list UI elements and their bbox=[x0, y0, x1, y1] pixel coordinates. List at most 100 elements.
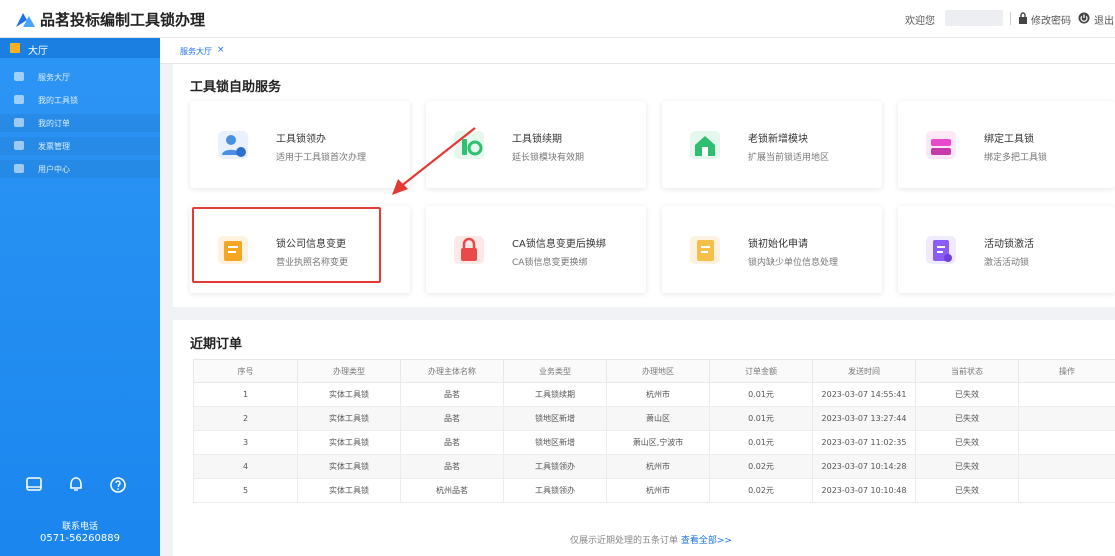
table-cell: 实体工具锁 bbox=[297, 478, 401, 503]
table-cell: 4 bbox=[193, 454, 298, 479]
table-cell: 萧山区 bbox=[606, 406, 710, 431]
table-cell: 杭州品茗 bbox=[400, 478, 504, 503]
card-title: 活动锁激活 bbox=[984, 239, 1034, 250]
table-row: 5 实体工具锁 杭州品茗 工具锁领办 杭州市 0.02元 2023-03-07 … bbox=[193, 478, 1115, 503]
card-title: 绑定工具锁 bbox=[984, 134, 1034, 145]
table-cell: 杭州市 bbox=[606, 454, 710, 479]
table-cell: 锁地区新增 bbox=[503, 430, 607, 455]
column-header: 办理主体名称 bbox=[400, 359, 504, 383]
table-cell: 品茗 bbox=[400, 382, 504, 407]
table-header-row: 序号 办理类型 办理主体名称 业务类型 办理地区 订单金额 发送时间 当前状态 … bbox=[193, 359, 1115, 383]
action-cell[interactable] bbox=[1018, 430, 1115, 455]
sidebar-item-my-orders[interactable]: 我的订单 bbox=[0, 114, 160, 132]
card-desc: 激活活动锁 bbox=[984, 258, 1030, 268]
table-cell: 萧山区,宁波市 bbox=[606, 430, 710, 455]
sidebar: 大厅 服务大厅 我的工具锁 我的订单 发票管理 用户中心 联系电话 0571-5… bbox=[0, 38, 160, 556]
help-icon[interactable] bbox=[109, 476, 127, 494]
card-desc: CA锁信息变更换绑 bbox=[512, 258, 588, 268]
table-cell: 2023-03-07 11:02:35 bbox=[812, 430, 916, 455]
action-cell[interactable] bbox=[1018, 454, 1115, 479]
sidebar-hall[interactable]: 大厅 bbox=[0, 38, 160, 58]
table-cell: 工具锁领办 bbox=[503, 454, 607, 479]
tab-close-icon[interactable]: × bbox=[217, 45, 225, 55]
table-cell: 3 bbox=[193, 430, 298, 455]
change-password-link[interactable]: 修改密码 bbox=[1031, 12, 1071, 27]
orders-footer: 仅展示近期处理的五条订单 查看全部>> bbox=[570, 533, 732, 546]
chat-icon[interactable] bbox=[67, 476, 85, 494]
card-activate-lock[interactable]: 活动锁激活 激活活动锁 bbox=[898, 206, 1115, 293]
action-cell[interactable] bbox=[1018, 382, 1115, 407]
ca-lock-icon bbox=[454, 236, 484, 264]
sidebar-item-user-center[interactable]: 用户中心 bbox=[0, 160, 160, 178]
table-cell: 0.01元 bbox=[709, 382, 813, 407]
welcome-text: 欢迎您 bbox=[905, 16, 935, 27]
my-orders-icon bbox=[14, 118, 24, 127]
card-desc: 扩展当前锁适用地区 bbox=[748, 153, 830, 163]
table-cell: 品茗 bbox=[400, 406, 504, 431]
sidebar-item-service-hall[interactable]: 服务大厅 bbox=[0, 68, 160, 86]
tab-service-hall[interactable]: 服务大厅 bbox=[180, 46, 212, 57]
table-cell: 已失效 bbox=[915, 430, 1019, 455]
sidebar-item-label: 我的订单 bbox=[38, 119, 70, 128]
table-cell: 锁地区新增 bbox=[503, 406, 607, 431]
table-cell: 0.02元 bbox=[709, 478, 813, 503]
self-service-title: 工具锁自助服务 bbox=[190, 80, 282, 95]
table-row: 4 实体工具锁 品茗 工具锁领办 杭州市 0.02元 2023-03-07 10… bbox=[193, 454, 1115, 479]
invoice-icon bbox=[14, 141, 24, 150]
service-hall-icon bbox=[14, 72, 24, 81]
card-title: 锁初始化申请 bbox=[748, 239, 808, 250]
view-all-link[interactable]: 查看全部>> bbox=[681, 536, 732, 546]
table-row: 1 实体工具锁 品茗 工具锁续期 杭州市 0.01元 2023-03-07 14… bbox=[193, 382, 1115, 407]
column-header: 操作 bbox=[1018, 359, 1115, 383]
card-title: CA锁信息变更后换绑 bbox=[512, 239, 606, 250]
column-header: 发送时间 bbox=[812, 359, 916, 383]
card-ca-rebind[interactable]: CA锁信息变更后换绑 CA锁信息变更换绑 bbox=[426, 206, 646, 293]
column-header: 办理类型 bbox=[297, 359, 401, 383]
action-cell[interactable] bbox=[1018, 406, 1115, 431]
lock-icon[interactable] bbox=[1018, 12, 1028, 24]
sidebar-item-invoice[interactable]: 发票管理 bbox=[0, 137, 160, 155]
table-cell: 1 bbox=[193, 382, 298, 407]
card-lock-apply[interactable]: 工具锁领办 适用于工具锁首次办理 bbox=[190, 101, 410, 188]
card-desc: 绑定多把工具锁 bbox=[984, 153, 1048, 163]
logout-icon[interactable] bbox=[1078, 12, 1090, 24]
house-add-icon bbox=[690, 131, 720, 159]
card-lock-init[interactable]: 锁初始化申请 锁内缺少单位信息处理 bbox=[662, 206, 882, 293]
card-bind-lock[interactable]: 绑定工具锁 绑定多把工具锁 bbox=[898, 101, 1115, 188]
card-desc: 延长锁模块有效期 bbox=[512, 153, 585, 163]
bind-lock-icon bbox=[926, 131, 956, 159]
table-cell: 工具锁续期 bbox=[503, 382, 607, 407]
card-title: 老锁新增模块 bbox=[748, 134, 808, 145]
table-cell: 0.01元 bbox=[709, 406, 813, 431]
table-cell: 已失效 bbox=[915, 454, 1019, 479]
contact-phone: 0571-56260889 bbox=[40, 533, 120, 544]
user-center-icon bbox=[14, 164, 24, 173]
column-header: 订单金额 bbox=[709, 359, 813, 383]
recent-orders-title: 近期订单 bbox=[190, 337, 243, 352]
sidebar-item-my-lock[interactable]: 我的工具锁 bbox=[0, 91, 160, 109]
header-divider bbox=[1010, 12, 1011, 25]
column-header: 序号 bbox=[193, 359, 298, 383]
monitor-icon[interactable] bbox=[25, 476, 43, 494]
sidebar-item-label: 发票管理 bbox=[38, 142, 70, 151]
logout-link[interactable]: 退出 bbox=[1094, 12, 1114, 27]
table-cell: 实体工具锁 bbox=[297, 382, 401, 407]
table-cell: 品茗 bbox=[400, 454, 504, 479]
column-header: 办理地区 bbox=[606, 359, 710, 383]
table-cell: 工具锁领办 bbox=[503, 478, 607, 503]
init-doc-icon bbox=[690, 236, 720, 264]
card-add-module[interactable]: 老锁新增模块 扩展当前锁适用地区 bbox=[662, 101, 882, 188]
table-row: 2 实体工具锁 品茗 锁地区新增 萧山区 0.01元 2023-03-07 13… bbox=[193, 406, 1115, 431]
sidebar-hall-label: 大厅 bbox=[28, 46, 48, 57]
table-cell: 已失效 bbox=[915, 478, 1019, 503]
table-cell: 2023-03-07 10:10:48 bbox=[812, 478, 916, 503]
activate-doc-icon bbox=[926, 236, 956, 264]
table-cell: 品茗 bbox=[400, 430, 504, 455]
table-cell: 2023-03-07 14:55:41 bbox=[812, 382, 916, 407]
table-cell: 杭州市 bbox=[606, 478, 710, 503]
annotation-arrow-icon bbox=[392, 127, 476, 195]
contact-label: 联系电话 bbox=[61, 522, 98, 532]
action-cell[interactable] bbox=[1018, 478, 1115, 503]
card-desc: 锁内缺少单位信息处理 bbox=[748, 258, 839, 268]
app-title: 品茗投标编制工具锁办理 bbox=[40, 11, 206, 29]
